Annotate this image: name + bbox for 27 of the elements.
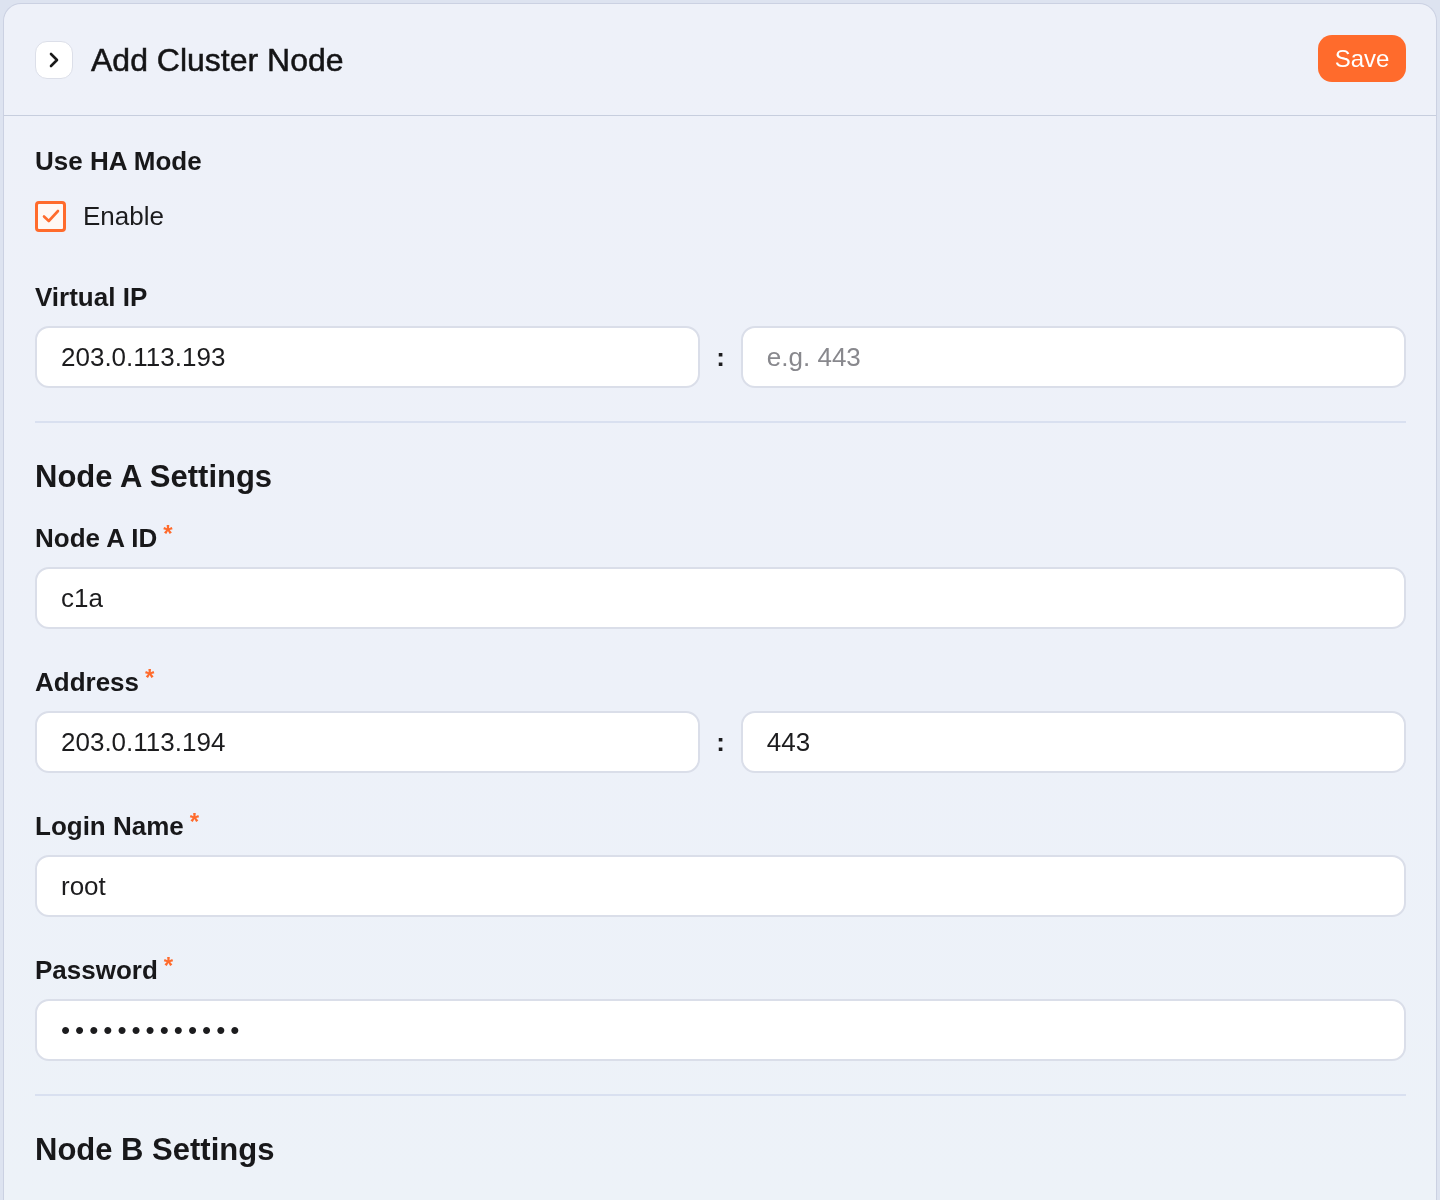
required-asterisk: *	[189, 810, 200, 834]
required-asterisk: *	[163, 954, 174, 978]
text-input[interactable]: e.g. 443	[740, 326, 1406, 388]
checkbox[interactable]	[35, 200, 66, 232]
expand-button[interactable]	[35, 40, 73, 79]
port-separator: :	[716, 341, 725, 373]
field-label: Virtual IP	[35, 281, 148, 313]
checkmark-icon	[41, 209, 60, 223]
port-separator: :	[716, 726, 725, 758]
text-input[interactable]: 203.0.113.193	[35, 326, 701, 388]
text-input[interactable]: •••••••••••••	[35, 999, 1406, 1061]
text-input[interactable]: 203.0.113.194	[35, 711, 701, 773]
field-label: Node A ID	[35, 522, 158, 554]
field-label: Password	[35, 954, 158, 986]
panel-title: Add Cluster Node	[91, 40, 344, 80]
checkbox-label[interactable]: Enable	[83, 200, 164, 232]
required-asterisk: *	[163, 522, 173, 546]
text-input[interactable]: c1a	[35, 567, 1406, 629]
text-input[interactable]: 443	[740, 711, 1406, 773]
section-heading: Node A Settings	[35, 458, 274, 496]
field-label: Address	[35, 666, 140, 698]
chevron-right-icon	[49, 51, 59, 68]
required-asterisk: *	[145, 666, 155, 690]
field-label: Use HA Mode	[35, 145, 202, 177]
field-label: Login Name	[35, 810, 184, 842]
text-input[interactable]: root	[35, 855, 1406, 917]
section-heading: Node B Settings	[35, 1131, 276, 1169]
